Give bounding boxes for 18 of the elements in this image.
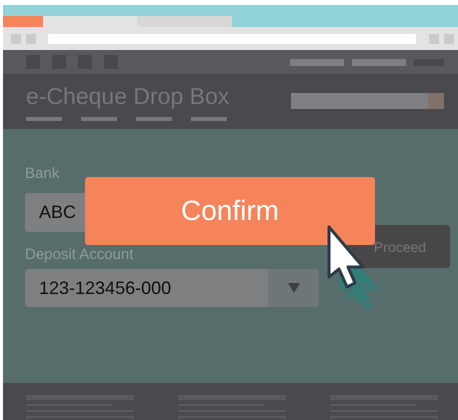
caret-icon (288, 283, 300, 293)
menu-link[interactable] (81, 117, 117, 121)
nav-link[interactable] (352, 58, 406, 66)
forward-button[interactable] (26, 34, 36, 44)
confirm-button[interactable]: Confirm (85, 177, 375, 245)
browser-tab[interactable] (3, 16, 43, 27)
menu-link[interactable] (26, 117, 62, 121)
search-field[interactable] (291, 93, 444, 109)
bank-field[interactable]: ABC (25, 193, 85, 232)
menu-link[interactable] (191, 117, 227, 121)
browser-tab[interactable] (137, 16, 232, 27)
browser-tab[interactable] (43, 16, 137, 27)
search-button[interactable] (428, 93, 444, 109)
address-field[interactable] (48, 34, 416, 44)
account-select[interactable]: 123-123456-000 (25, 269, 319, 307)
menu-link[interactable] (136, 117, 172, 121)
back-button[interactable] (11, 34, 21, 44)
nav-link[interactable] (290, 58, 344, 66)
